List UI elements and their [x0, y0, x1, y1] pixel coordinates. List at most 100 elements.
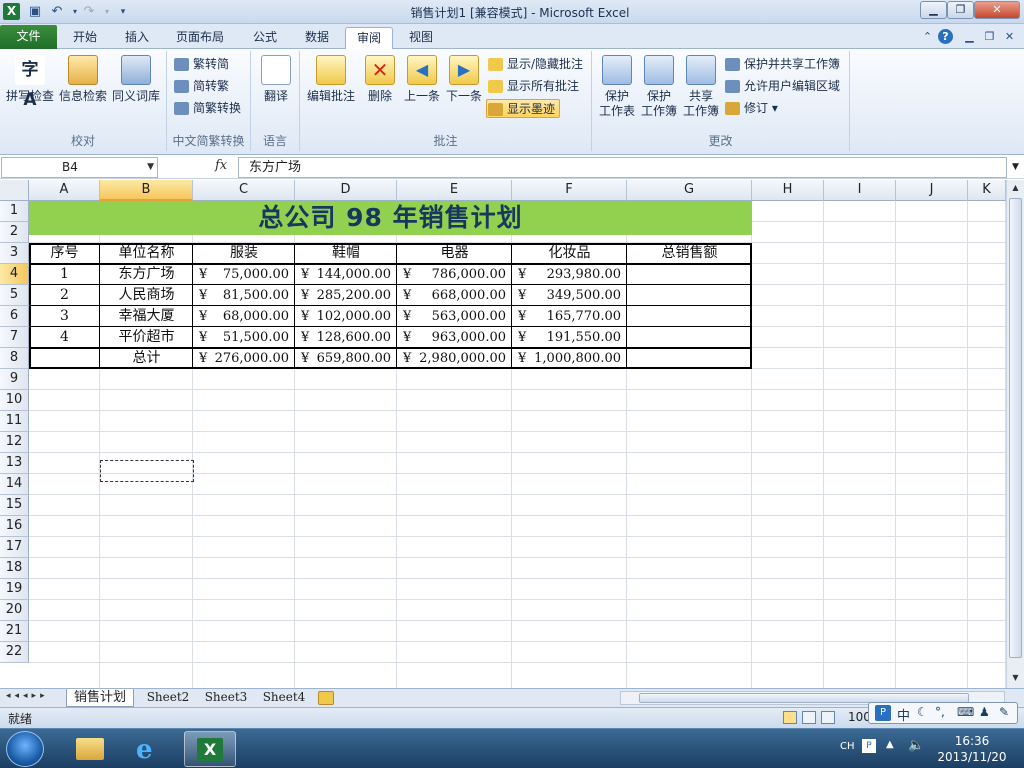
convert-button[interactable]: 简繁转换	[173, 99, 241, 118]
doc-restore-icon[interactable]: ❐	[982, 29, 997, 44]
row-header-15[interactable]: 15	[0, 495, 29, 516]
minimize-icon[interactable]: ▁	[920, 1, 947, 19]
seq-cell[interactable]: 2	[29, 285, 100, 306]
header-cell[interactable]: 电器	[397, 243, 512, 264]
header-cell[interactable]: 单位名称	[100, 243, 193, 264]
ime-moon-icon[interactable]: ☾	[917, 705, 928, 719]
amount-cell[interactable]: ¥144,000.00	[295, 264, 397, 285]
show-hide-comment-button[interactable]: 显示/隐藏批注	[487, 55, 583, 74]
vertical-scrollbar[interactable]: ▲ ▼	[1006, 180, 1024, 688]
share-workbook-button[interactable]: 共享 工作簿	[680, 55, 722, 119]
unit-name-cell[interactable]: 平价超市	[100, 327, 193, 348]
scroll-down-icon[interactable]: ▼	[1008, 670, 1023, 686]
row-header-14[interactable]: 14	[0, 474, 29, 495]
customize-qat-icon[interactable]: ▾	[114, 3, 132, 21]
amount-cell[interactable]: ¥668,000.00	[397, 285, 512, 306]
allow-edit-ranges-button[interactable]: 允许用户编辑区域	[724, 77, 840, 96]
name-box-dropdown-icon[interactable]: ▼	[147, 158, 154, 177]
select-all-corner[interactable]	[0, 180, 29, 201]
ime-keyboard-icon[interactable]: ⌨	[957, 705, 974, 719]
row-header-7[interactable]: 7	[0, 327, 29, 348]
amount-cell[interactable]: ¥963,000.00	[397, 327, 512, 348]
minimize-ribbon-icon[interactable]: ⌃	[920, 29, 935, 44]
help-icon[interactable]: ?	[938, 29, 953, 44]
to-simplified-button[interactable]: 繁转简	[173, 55, 229, 74]
normal-view-icon[interactable]	[783, 711, 797, 724]
page-break-view-icon[interactable]	[821, 711, 835, 724]
amount-cell[interactable]: ¥191,550.00	[512, 327, 627, 348]
total-amount-cell[interactable]: ¥1,000,800.00	[512, 348, 627, 369]
tab-file[interactable]: 文件	[0, 25, 57, 49]
amount-cell[interactable]: ¥68,000.00	[193, 306, 295, 327]
excel-app-icon[interactable]: X	[3, 3, 20, 20]
show-all-comments-button[interactable]: 显示所有批注	[487, 77, 579, 96]
spell-check-button[interactable]: 字A 拼写检查	[4, 55, 56, 110]
research-button[interactable]: 信息检索	[58, 55, 108, 104]
amount-cell[interactable]: ¥128,600.00	[295, 327, 397, 348]
protect-share-button[interactable]: 保护并共享工作簿	[724, 55, 840, 74]
seq-cell[interactable]: 1	[29, 264, 100, 285]
row-header-8[interactable]: 8	[0, 348, 29, 369]
row-header-17[interactable]: 17	[0, 537, 29, 558]
header-cell[interactable]: 总销售额	[627, 243, 752, 264]
total-label-cell[interactable]: 总计	[100, 348, 193, 369]
tab-data[interactable]: 数据	[294, 27, 340, 49]
system-clock[interactable]: 16:36 2013/11/20	[936, 733, 1008, 765]
windows-start-icon[interactable]	[6, 731, 44, 767]
column-header-a[interactable]: A	[29, 180, 100, 201]
total-amount-cell[interactable]: ¥659,800.00	[295, 348, 397, 369]
row-header-4[interactable]: 4	[0, 264, 29, 285]
sheet-tab-sales-plan[interactable]: 销售计划	[66, 689, 134, 707]
edit-comment-button[interactable]: 编辑批注	[304, 55, 358, 104]
row-header-21[interactable]: 21	[0, 621, 29, 642]
tab-view[interactable]: 视图	[398, 27, 444, 49]
track-changes-button[interactable]: 修订 ▾	[724, 99, 778, 118]
close-icon[interactable]: ✕	[974, 1, 1020, 19]
row-header-19[interactable]: 19	[0, 579, 29, 600]
tab-page-layout[interactable]: 页面布局	[166, 27, 234, 49]
amount-cell[interactable]: ¥102,000.00	[295, 306, 397, 327]
amount-cell[interactable]: ¥75,000.00	[193, 264, 295, 285]
ime-punct-icon[interactable]: °,	[935, 705, 945, 719]
next-comment-button[interactable]: ▶ 下一条	[443, 55, 485, 104]
column-header-b[interactable]: B	[100, 180, 193, 201]
worksheet-grid[interactable]: ABCDEFGHIJK 1 2 3 4 5 6 7 8 9 10 11 12 13 14 15 16 17 18 1…	[0, 180, 1006, 688]
explorer-taskbar-icon[interactable]	[64, 731, 116, 767]
sheet-tab-sheet4[interactable]: Sheet4	[258, 689, 310, 707]
insert-function-icon[interactable]: fx	[215, 158, 227, 173]
row-header-13[interactable]: 13	[0, 453, 29, 474]
unit-name-cell[interactable]: 幸福大厦	[100, 306, 193, 327]
seq-cell[interactable]: 4	[29, 327, 100, 348]
sheet-tab-sheet2[interactable]: Sheet2	[142, 689, 194, 707]
ie-taskbar-icon[interactable]: e	[124, 731, 176, 767]
amount-cell[interactable]: ¥563,000.00	[397, 306, 512, 327]
amount-cell[interactable]: ¥349,500.00	[512, 285, 627, 306]
tray-up-icon[interactable]: ▲	[886, 739, 894, 750]
redo-icon[interactable]: ↷	[80, 3, 98, 21]
scroll-up-icon[interactable]: ▲	[1008, 180, 1023, 196]
sheet-tab-sheet3[interactable]: Sheet3	[200, 689, 252, 707]
amount-cell[interactable]: ¥285,200.00	[295, 285, 397, 306]
sheet-nav-icon[interactable]: ◂◂◂▸▸	[6, 691, 49, 701]
restore-icon[interactable]: ❐	[947, 1, 974, 19]
unit-name-cell[interactable]: 东方广场	[100, 264, 193, 285]
column-header-f[interactable]: F	[512, 180, 627, 201]
amount-cell[interactable]: ¥293,980.00	[512, 264, 627, 285]
to-traditional-button[interactable]: 简转繁	[173, 77, 229, 96]
row-header-1[interactable]: 1	[0, 201, 29, 222]
language-indicator[interactable]: CH	[840, 741, 855, 752]
total-amount-cell[interactable]: ¥276,000.00	[193, 348, 295, 369]
ime-logo-icon[interactable]: P	[875, 705, 891, 721]
amount-cell[interactable]: ¥786,000.00	[397, 264, 512, 285]
undo-icon[interactable]: ↶	[48, 3, 66, 21]
row-header-20[interactable]: 20	[0, 600, 29, 621]
header-cell[interactable]: 服装	[193, 243, 295, 264]
sheet-title-cell[interactable]: 总公司 98 年销售计划	[29, 201, 752, 235]
translate-button[interactable]: 翻译	[255, 55, 297, 104]
protect-workbook-button[interactable]: 保护 工作簿	[638, 55, 680, 119]
tab-home[interactable]: 开始	[62, 27, 108, 49]
header-cell[interactable]: 序号	[29, 243, 100, 264]
row-header-2[interactable]: 2	[0, 222, 29, 243]
column-header-e[interactable]: E	[397, 180, 512, 201]
seq-cell[interactable]: 3	[29, 306, 100, 327]
